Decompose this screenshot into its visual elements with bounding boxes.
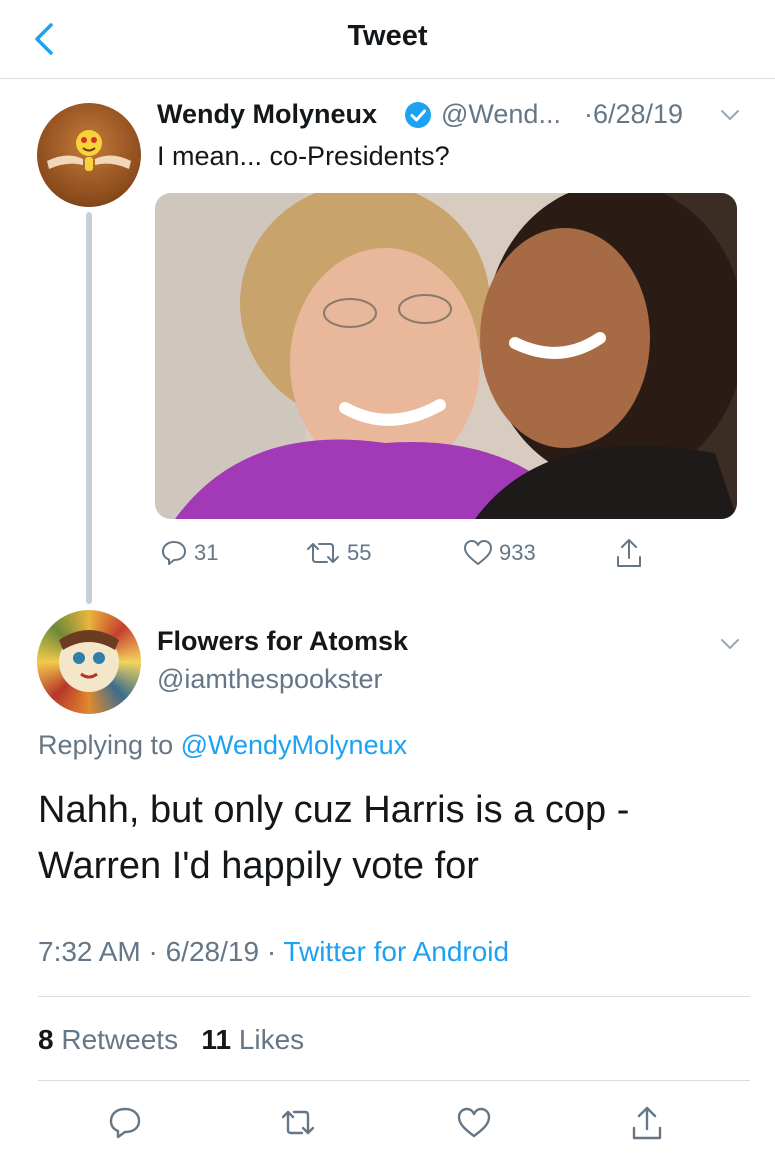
share-icon xyxy=(617,539,641,567)
heart-icon[interactable] xyxy=(456,1105,492,1141)
photo-illustration xyxy=(155,193,737,519)
retweets-stat[interactable]: 8 Retweets xyxy=(38,1024,178,1055)
likes-stat[interactable]: 11 Likes xyxy=(201,1024,304,1055)
top-nav-bar: Tweet xyxy=(0,0,775,79)
like-count: 933 xyxy=(499,540,536,565)
engagement-stats: 8 Retweets 11 Likes xyxy=(38,1024,304,1056)
likes-label: Likes xyxy=(238,1024,305,1055)
retweets-label: Retweets xyxy=(61,1024,179,1055)
divider xyxy=(38,996,750,997)
share-icon[interactable] xyxy=(629,1105,665,1141)
author-name[interactable]: Wendy Molyneux xyxy=(157,99,377,130)
chevron-down-icon[interactable] xyxy=(719,104,741,126)
retweet-action[interactable]: 55 xyxy=(305,537,371,569)
tweet-photo[interactable] xyxy=(155,193,737,519)
like-action[interactable]: 933 xyxy=(463,537,536,569)
retweets-count: 8 xyxy=(38,1024,54,1055)
avatar-emoji-art xyxy=(47,130,131,171)
avatar-wendy[interactable] xyxy=(37,103,141,207)
chevron-down-icon[interactable] xyxy=(719,633,741,655)
avatar-illustration xyxy=(59,630,119,692)
heart-icon xyxy=(464,540,492,565)
thread-connector xyxy=(86,212,92,604)
tweet-timestamp: 7:32 AM · 6/28/19 · xyxy=(38,936,284,967)
tweet-meta: 7:32 AM · 6/28/19 · Twitter for Android xyxy=(38,936,509,968)
page-title: Tweet xyxy=(347,20,428,52)
retweet-icon[interactable] xyxy=(280,1105,316,1141)
reply-action[interactable]: 31 xyxy=(160,537,218,569)
verified-badge-icon xyxy=(405,102,431,128)
retweet-icon xyxy=(307,543,339,563)
avatar-flowers[interactable] xyxy=(37,610,141,714)
likes-count: 11 xyxy=(201,1024,232,1055)
reply-icon[interactable] xyxy=(107,1105,143,1141)
author-handle[interactable]: @Wend... xyxy=(441,99,561,130)
reply-author-handle[interactable]: @iamthespookster xyxy=(157,664,383,695)
retweet-count: 55 xyxy=(347,540,372,565)
replying-mention-link[interactable]: @WendyMolyneux xyxy=(181,730,408,760)
share-action[interactable] xyxy=(614,537,644,569)
tweet-date[interactable]: ·6/28/19 xyxy=(584,99,683,130)
reply-author-name[interactable]: Flowers for Atomsk xyxy=(157,626,408,657)
divider xyxy=(38,1080,750,1081)
replying-to-line: Replying to @WendyMolyneux xyxy=(38,730,407,761)
replying-prefix: Replying to xyxy=(38,730,181,760)
tweet-text: I mean... co-Presidents? xyxy=(157,141,450,171)
tweet-source-link[interactable]: Twitter for Android xyxy=(283,936,509,967)
reply-text: Nahh, but only cuz Harris is a cop - War… xyxy=(38,789,630,887)
reply-icon xyxy=(162,541,186,565)
reply-count: 31 xyxy=(194,540,219,565)
